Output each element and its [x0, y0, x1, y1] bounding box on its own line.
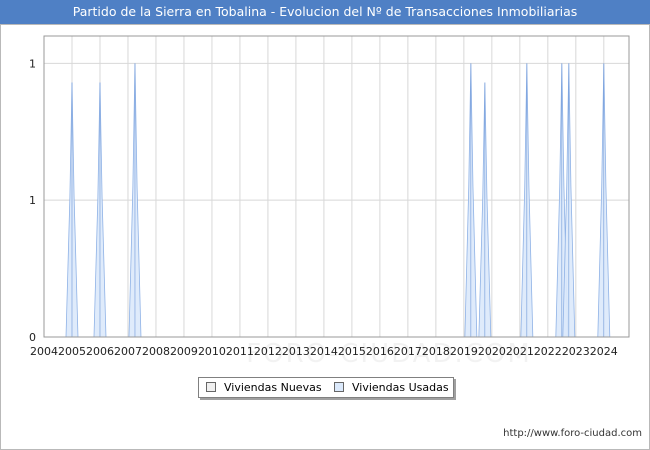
x-tick-label: 2004 — [30, 345, 58, 358]
x-tick-label: 2007 — [114, 345, 142, 358]
x-tick-label: 2018 — [422, 345, 450, 358]
y-tick-label: 1 — [29, 194, 36, 207]
x-tick-label: 2014 — [310, 345, 338, 358]
legend: Viviendas Nuevas Viviendas Usadas — [198, 377, 454, 398]
x-tick-label: 2005 — [58, 345, 86, 358]
x-tick-label: 2010 — [198, 345, 226, 358]
legend-label-nuevas: Viviendas Nuevas — [224, 381, 322, 394]
x-tick-label: 2009 — [170, 345, 198, 358]
x-tick-label: 2020 — [478, 345, 506, 358]
legend-label-usadas: Viviendas Usadas — [352, 381, 449, 394]
x-tick-label: 2017 — [394, 345, 422, 358]
x-tick-label: 2024 — [590, 345, 618, 358]
x-tick-label: 2008 — [142, 345, 170, 358]
y-tick-label: 1 — [29, 57, 36, 70]
y-tick-label: 0 — [29, 331, 36, 344]
x-tick-label: 2016 — [366, 345, 394, 358]
y-axis: 0 1 1 — [29, 57, 36, 344]
legend-item-nuevas: Viviendas Nuevas — [206, 380, 322, 395]
legend-item-usadas: Viviendas Usadas — [334, 380, 449, 395]
x-tick-label: 2013 — [282, 345, 310, 358]
x-tick-label: 2015 — [338, 345, 366, 358]
x-axis: 2004 2005 2006 2007 2008 2009 2010 2011 2012 2013… — [30, 345, 618, 358]
legend-swatch-nuevas — [206, 382, 216, 392]
x-tick-label: 2019 — [450, 345, 478, 358]
x-tick-label: 2006 — [86, 345, 114, 358]
x-tick-label: 2023 — [562, 345, 590, 358]
legend-swatch-usadas — [334, 382, 344, 392]
x-tick-label: 2022 — [534, 345, 562, 358]
x-tick-label: 2021 — [506, 345, 534, 358]
x-tick-label: 2012 — [254, 345, 282, 358]
source-link[interactable]: http://www.foro-ciudad.com — [503, 428, 642, 439]
x-tick-label: 2011 — [226, 345, 254, 358]
